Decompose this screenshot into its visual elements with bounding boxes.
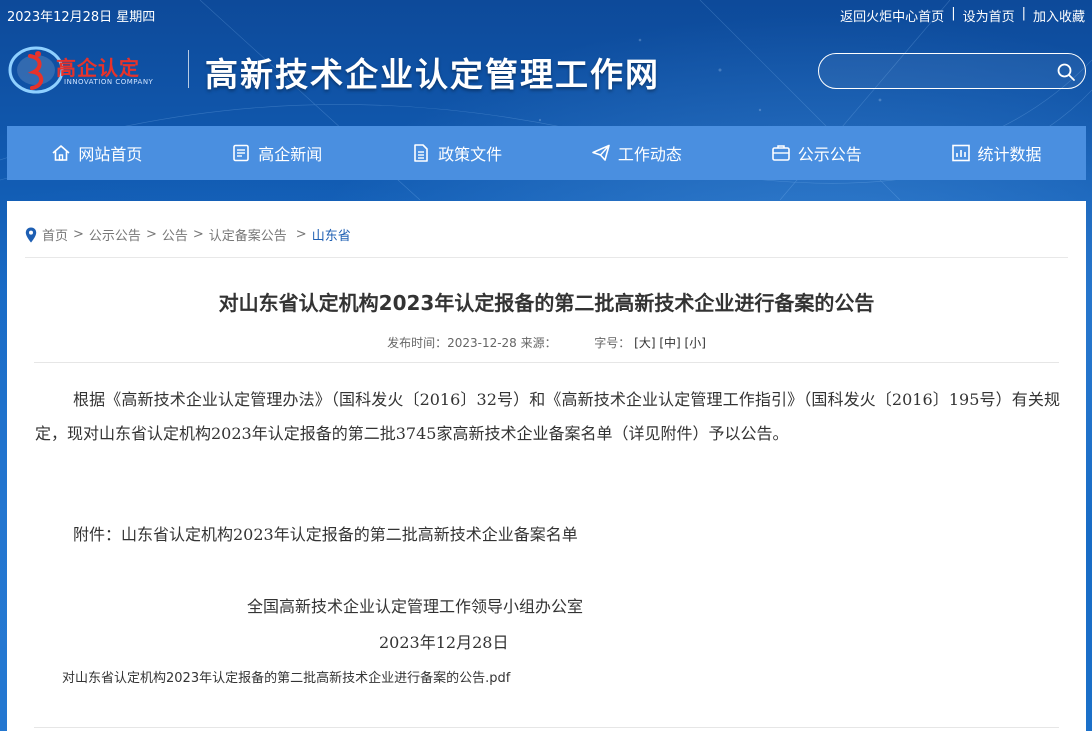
breadcrumb-current[interactable]: 山东省 <box>312 225 351 244</box>
logo-subtitle: INNOVATION COMPANY <box>64 78 154 86</box>
font-size-medium[interactable]: [中] <box>659 336 680 350</box>
search-input[interactable] <box>833 61 1053 83</box>
nav-work-updates[interactable]: 工作动态 <box>546 126 726 180</box>
font-size-small[interactable]: [小] <box>685 336 706 350</box>
return-torch-home-link[interactable]: 返回火炬中心首页 <box>840 6 944 25</box>
top-bar: 2023年12月28日 星期四 返回火炬中心首页 | 设为首页 | 加入收藏 <box>0 0 1092 28</box>
nav-home[interactable]: 网站首页 <box>7 126 187 180</box>
font-size-large[interactable]: [大] <box>634 336 655 350</box>
breadcrumb-separator: > <box>295 227 307 242</box>
breadcrumb-separator: > <box>145 227 157 242</box>
add-favorite-link[interactable]: 加入收藏 <box>1033 6 1085 25</box>
breadcrumb-announcements[interactable]: 公示公告 <box>89 225 141 244</box>
nav-label: 公示公告 <box>797 145 862 164</box>
article-body: 根据《高新技术企业认定管理办法》（国科发火〔2016〕32号）和《高新技术企业认… <box>35 390 1060 443</box>
top-links: 返回火炬中心首页 | 设为首页 | 加入收藏 <box>840 6 1085 25</box>
attachment-note: 附件：山东省认定机构2023年认定报备的第二批高新技术企业备案名单 <box>73 525 578 544</box>
nav-announcements[interactable]: 公示公告 <box>726 126 906 180</box>
nav-label: 统计数据 <box>977 145 1042 164</box>
breadcrumb-separator: > <box>73 227 84 242</box>
article-meta: 发布时间：2023-12-28 来源： 字号： [大] [中] [小] <box>7 334 1086 351</box>
link-separator: | <box>1021 6 1026 21</box>
font-size-label: 字号： <box>594 336 631 350</box>
location-pin-icon <box>25 227 37 242</box>
set-homepage-link[interactable]: 设为首页 <box>963 6 1015 25</box>
nav-label: 网站首页 <box>78 145 143 164</box>
publish-info: 发布时间：2023-12-28 来源： <box>387 336 557 350</box>
nav-policy[interactable]: 政策文件 <box>367 126 547 180</box>
divider <box>25 257 1068 258</box>
divider <box>34 362 1059 363</box>
nav-label: 政策文件 <box>438 145 503 164</box>
announcement-icon <box>771 145 790 161</box>
signature-date: 2023年12月28日 <box>379 633 509 652</box>
nav-statistics[interactable]: 统计数据 <box>906 126 1086 180</box>
search-icon[interactable] <box>1056 62 1076 82</box>
breadcrumb-filing-notice[interactable]: 认定备案公告 <box>209 225 287 244</box>
nav-label: 高企新闻 <box>258 145 323 164</box>
breadcrumb-notice[interactable]: 公告 <box>162 225 188 244</box>
breadcrumb-home[interactable]: 首页 <box>42 225 68 244</box>
site-title: 高新技术企业认定管理工作网 <box>205 55 660 94</box>
logo-divider <box>188 50 189 88</box>
main-nav: 网站首页 高企新闻 政策文件 工作动态 公示公告 统计数据 <box>7 126 1086 180</box>
current-date: 2023年12月28日 星期四 <box>7 10 156 25</box>
search-box <box>818 53 1086 89</box>
news-icon <box>233 144 250 162</box>
nav-label: 工作动态 <box>617 145 682 164</box>
nav-news[interactable]: 高企新闻 <box>187 126 367 180</box>
link-separator: | <box>951 6 956 21</box>
paper-plane-icon <box>592 144 610 161</box>
pdf-attachment-link[interactable]: 对山东省认定机构2023年认定报备的第二批高新技术企业进行备案的公告.pdf <box>62 667 510 686</box>
content-panel: 首页 > 公示公告 > 公告 > 认定备案公告 > 山东省 对山东省认定机构20… <box>7 201 1086 731</box>
issuer-signature: 全国高新技术企业认定管理工作领导小组办公室 <box>247 597 584 616</box>
document-icon <box>414 144 428 162</box>
divider <box>34 727 1059 728</box>
article-title: 对山东省认定机构2023年认定报备的第二批高新技术企业进行备案的公告 <box>218 291 875 315</box>
home-icon <box>52 145 70 161</box>
chart-icon <box>951 144 970 162</box>
logo-text: 高企认定 <box>56 56 140 80</box>
breadcrumb: 首页 > 公示公告 > 公告 > 认定备案公告 > 山东省 <box>25 225 351 244</box>
breadcrumb-separator: > <box>192 227 204 242</box>
